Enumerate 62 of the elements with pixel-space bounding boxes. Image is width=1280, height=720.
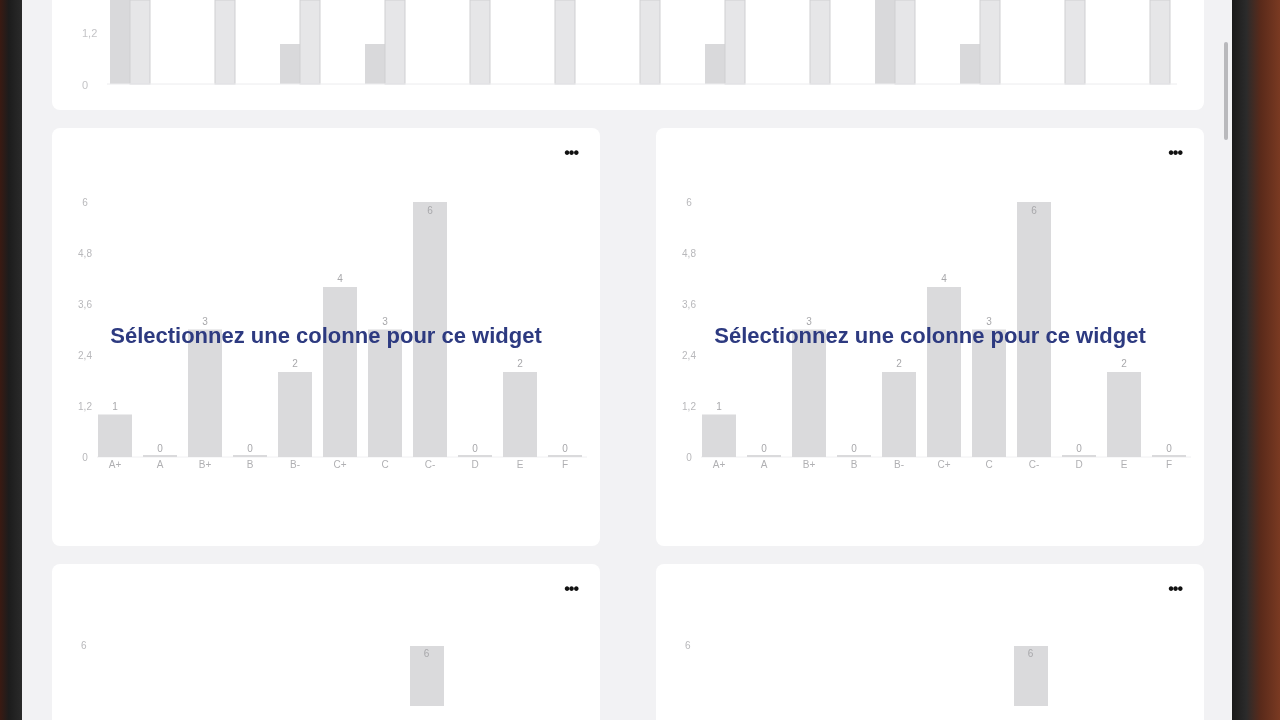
bar-value-label: 2 — [517, 358, 523, 369]
category-label: B+ — [198, 459, 212, 470]
category-label: B — [246, 459, 254, 470]
more-menu-button[interactable]: ••• — [1164, 578, 1186, 600]
axis-tick-label: 1,2 — [682, 401, 696, 412]
bar-value-label: 0 — [851, 443, 857, 454]
bar-value-label: 0 — [1166, 443, 1172, 454]
category-label: C — [381, 459, 389, 470]
category-label: B- — [894, 459, 904, 470]
category-label: A — [156, 459, 164, 470]
bar-value-label: 4 — [337, 273, 343, 284]
category-label: D — [471, 459, 479, 470]
bar-value-label: 3 — [202, 315, 208, 327]
category-label: C+ — [333, 459, 347, 470]
category-label: B — [850, 459, 858, 470]
axis-tick-label: 0 — [686, 452, 692, 463]
scrollbar[interactable] — [1224, 42, 1228, 140]
more-menu-button[interactable]: ••• — [560, 142, 582, 164]
category-label: E — [1120, 459, 1128, 470]
axis-tick-label: 1,2 — [78, 401, 92, 412]
bar-value-label: 0 — [761, 443, 767, 454]
axis-tick-label: 4,8 — [682, 248, 696, 259]
axis-tick-label: 6 — [81, 640, 87, 651]
bar-value-label: 4 — [941, 273, 947, 284]
axis-tick-label: 6 — [686, 197, 692, 208]
category-label: D — [1075, 459, 1083, 470]
category-label: B- — [290, 459, 300, 470]
category-label: B+ — [802, 459, 816, 470]
bar-value-label: 3 — [806, 315, 812, 327]
axis-tick-label: 0 — [82, 452, 88, 463]
bar-value-label: 3 — [986, 315, 992, 327]
bar-value-label: 0 — [472, 443, 478, 454]
bar-value-label: 2 — [896, 358, 902, 369]
axis-tick-label: 2,4 — [78, 350, 92, 361]
axis-tick-label: 1,2 — [82, 27, 98, 39]
category-label: F — [561, 459, 569, 470]
bar-value-label: 1 — [112, 400, 118, 412]
more-menu-button[interactable]: ••• — [1164, 142, 1186, 164]
bar-value-label: 0 — [562, 443, 568, 454]
bar-value-label: 0 — [157, 443, 163, 454]
axis-tick-label: 2,4 — [682, 350, 696, 361]
bar-value-label: 3 — [382, 315, 388, 327]
category-label: F — [1165, 459, 1173, 470]
category-label: C- — [424, 459, 436, 470]
bar-value-label: 0 — [247, 443, 253, 454]
category-label: A — [760, 459, 768, 470]
more-menu-button[interactable]: ••• — [560, 578, 582, 600]
axis-tick-label: 6 — [685, 640, 691, 651]
category-label: A+ — [712, 459, 726, 470]
axis-tick-label: 4,8 — [78, 248, 92, 259]
bar-value-label: 2 — [1121, 358, 1127, 369]
axis-tick-label: 3,6 — [78, 299, 92, 310]
category-label: A+ — [108, 459, 122, 470]
category-label: E — [516, 459, 524, 470]
axis-tick-label: 6 — [82, 197, 88, 208]
category-label: C+ — [937, 459, 951, 470]
bar-value-label: 1 — [716, 400, 722, 412]
category-label: C — [985, 459, 993, 470]
axis-tick-label: 3,6 — [682, 299, 696, 310]
bar-value-label: 2 — [292, 358, 298, 369]
category-label: C- — [1028, 459, 1040, 470]
bar-value-label: 0 — [1076, 443, 1082, 454]
